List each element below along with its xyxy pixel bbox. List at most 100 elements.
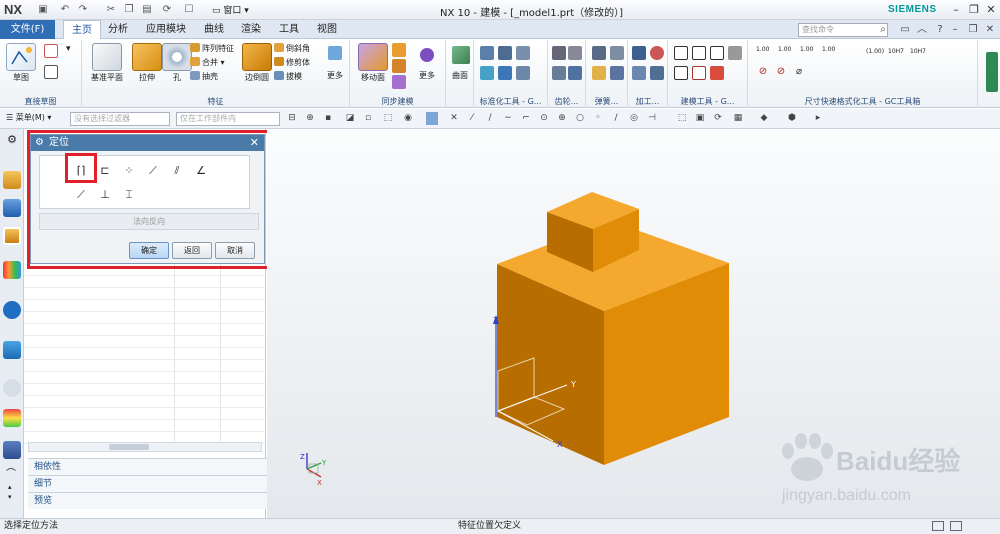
machining-tool-4-icon[interactable] [650,66,664,80]
graphics-window[interactable]: Z Y X Z X Y Baidu经验 jingyan.baidu.com [267,129,1000,520]
redo-icon[interactable]: ↷ [76,3,90,17]
machining-tool-1-icon[interactable] [632,46,646,60]
view-fit-icon[interactable]: ⬚ [676,112,688,125]
table-row[interactable] [24,348,266,360]
process-studio-icon[interactable] [3,409,21,427]
edge-blend-button[interactable] [242,43,272,71]
snap-3-icon[interactable]: / [484,112,496,125]
snap-4-icon[interactable]: ∼ [502,112,514,125]
snap-7-icon[interactable]: ⊕ [556,112,568,125]
more-feature-icon[interactable] [328,46,342,60]
rectangle-icon[interactable] [44,65,58,79]
standard-tool-5-icon[interactable] [498,66,512,80]
move-face-button[interactable] [358,43,388,71]
section-dependencies[interactable]: 相依性∨ [28,458,280,475]
tab-render[interactable]: 渲染 [233,20,269,39]
table-row[interactable] [24,420,266,432]
dim-tool-a-icon[interactable]: ⊘ [756,66,770,80]
save-icon[interactable]: ▣ [36,3,50,17]
hd3d-tools-icon[interactable] [3,301,21,319]
filter-tool-3-icon[interactable]: ▪ [322,112,334,125]
gear-tool-4-icon[interactable] [568,66,582,80]
reuse-library-icon[interactable] [3,261,21,279]
modeling-tool-1-icon[interactable] [674,46,688,60]
snap-12-icon[interactable]: ⊣ [646,112,658,125]
horizontal-scrollbar[interactable] [28,442,262,452]
window-menu[interactable]: ▭ 窗口 ▾ [212,3,249,16]
view-rotate-icon[interactable]: ⟳ [712,112,724,125]
view-more-icon[interactable]: ▸ [812,112,824,125]
modeling-tool-4-icon[interactable] [728,46,742,60]
sync-tool-2-icon[interactable] [392,59,406,73]
tab-file[interactable]: 文件(F) [0,20,55,39]
standard-tool-6-icon[interactable] [516,66,530,80]
draft-button[interactable]: 拔模 [274,71,302,83]
status-icon-1[interactable] [932,521,944,531]
tab-home[interactable]: 主页 [63,20,101,39]
gear-tool-1-icon[interactable] [552,46,566,60]
modeling-tool-2-icon[interactable] [692,46,706,60]
dim-format-5[interactable]: (1.00) [866,48,884,55]
section-details[interactable]: 细节∨ [28,475,280,492]
minimize-icon[interactable]: – [948,2,964,17]
table-row[interactable] [24,336,266,348]
dim-format-3[interactable]: 1.00 [800,46,813,53]
snap-10-icon[interactable]: / [610,112,622,125]
filter-tool-7-icon[interactable]: ◉ [402,112,414,125]
view-style-icon[interactable]: ◆ [758,112,770,125]
sync-tool-1-icon[interactable] [392,43,406,57]
unite-button[interactable]: 合并 ▾ [190,57,225,69]
part-navigator-icon[interactable] [3,227,21,245]
restore-icon[interactable]: ❐ [966,2,982,17]
dim-tool-b-icon[interactable]: ⊘ [774,66,788,80]
constraint-navigator-icon[interactable] [3,199,21,217]
settings-gear-icon[interactable]: ⚙ [3,133,21,151]
scroll-thumb[interactable] [109,444,149,450]
dim-format-1[interactable]: 1.00 [756,46,769,53]
filter-tool-4-icon[interactable]: ◪ [344,112,356,125]
snap-11-icon[interactable]: ◎ [628,112,640,125]
table-row[interactable] [24,276,266,288]
gear-tool-3-icon[interactable] [552,66,566,80]
help-icon[interactable]: ? [933,22,947,37]
datum-plane-button[interactable] [92,43,122,71]
snap-6-icon[interactable]: ⊙ [538,112,550,125]
chevron-up-icon[interactable]: ︿ [915,22,929,37]
repeat-command-icon[interactable]: ⟳ [160,3,174,17]
touch-mode-icon[interactable]: ☐ [182,3,196,17]
hole-button[interactable] [162,43,192,71]
cut-icon[interactable]: ✂ [104,3,118,17]
copy-icon[interactable]: ❐ [122,3,136,17]
filter-tool-6-icon[interactable]: ⬚ [382,112,394,125]
table-row[interactable] [24,360,266,372]
paste-icon[interactable]: ▤ [140,3,154,17]
spring-tool-1-icon[interactable] [592,46,606,60]
filter-tool-1-icon[interactable]: ⊟ [286,112,298,125]
sync-more-icon[interactable] [420,48,434,62]
view-orient-icon[interactable]: ▦ [732,112,744,125]
view-zoom-icon[interactable]: ▣ [694,112,706,125]
filter-tool-5-icon[interactable]: ▫ [362,112,374,125]
chevron-up-icon[interactable]: ▴ [8,483,12,491]
status-icon-2[interactable] [950,521,962,531]
dim-tool-c-icon[interactable]: ⌀ [792,66,806,80]
profile-icon[interactable] [44,44,58,58]
standard-tool-4-icon[interactable] [480,66,494,80]
table-row[interactable] [24,396,266,408]
assembly-navigator-icon[interactable] [3,171,21,189]
table-row[interactable] [24,384,266,396]
doc-minimize-icon[interactable]: – [948,22,962,37]
tab-curve[interactable]: 曲线 [196,20,232,39]
dropdown-icon[interactable]: ▾ [66,44,80,58]
snap-8-icon[interactable]: ○ [574,112,586,125]
table-row[interactable] [24,372,266,384]
snap-5-icon[interactable]: ⌐ [520,112,532,125]
menu-button[interactable]: ☰ 菜单(M) ▾ [6,112,51,123]
doc-close-icon[interactable]: ✕ [983,22,997,37]
trim-body-button[interactable]: 修剪体 [274,57,310,69]
chevron-down-icon[interactable]: ▾ [8,493,12,501]
spring-tool-3-icon[interactable] [592,66,606,80]
section-preview[interactable]: 预览∨ [28,492,280,509]
modeling-tool-5-icon[interactable] [674,66,688,80]
search-icon[interactable]: ⌕ [876,22,890,37]
